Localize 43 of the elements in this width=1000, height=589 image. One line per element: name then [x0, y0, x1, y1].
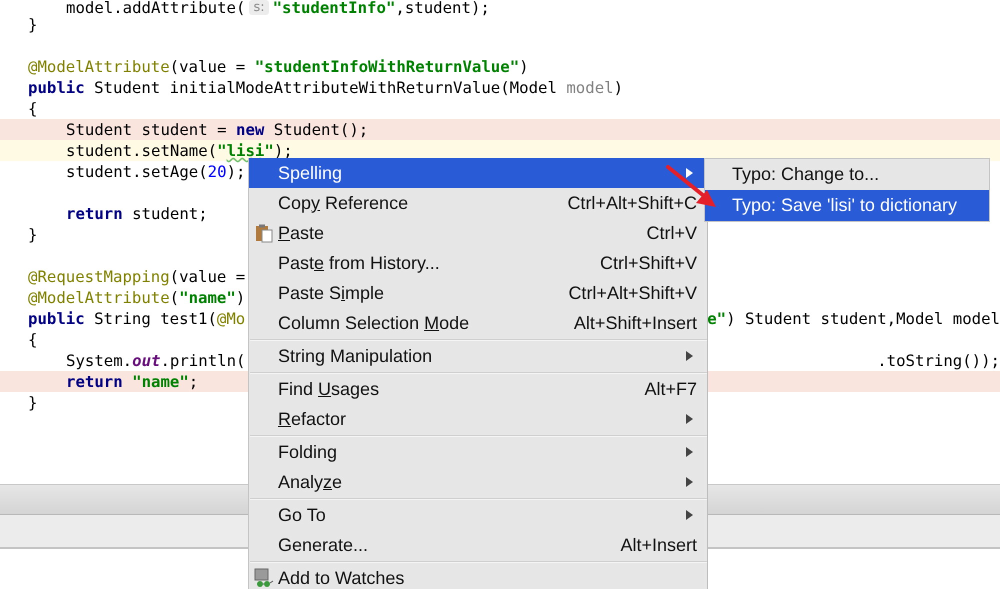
code-line: public String test1(@Mo — [28, 311, 246, 326]
submenu-arrow-icon — [685, 447, 693, 457]
menu-item[interactable]: Find Usages Alt+F7 — [249, 374, 707, 404]
menu-item[interactable]: Add to Watches — [249, 563, 707, 589]
code-line: { — [28, 101, 38, 116]
code-line: student.setAge(20); — [65, 164, 246, 179]
menu-item[interactable]: Copy Reference Ctrl+Alt+Shift+C — [249, 188, 707, 218]
menu-item[interactable]: Folding — [249, 437, 707, 467]
code-line: @ModelAttribute(value = "studentInfoWithReturnValue") — [28, 59, 529, 74]
menu-item[interactable]: Paste Simple Ctrl+Alt+Shift+V — [249, 278, 707, 308]
code-line: } — [28, 227, 38, 242]
code-line: return student; — [65, 206, 208, 221]
code-line: { — [28, 332, 38, 347]
code-line: student.setName("lisi"); — [65, 143, 293, 158]
code-line: @RequestMapping(value = — [28, 269, 246, 284]
menu-item[interactable]: Typo: Change to... — [705, 159, 989, 190]
menu-item[interactable]: Go To — [249, 500, 707, 530]
code-line: } — [28, 17, 38, 32]
menu-item[interactable]: Spelling — [249, 158, 707, 188]
submenu-arrow-icon — [685, 414, 693, 424]
code-line: public Student initialModeAttributeWithReturnValue(Model model) — [28, 80, 624, 95]
menu-item[interactable]: String Manipulation — [249, 341, 707, 371]
menu-item[interactable]: Paste from History... Ctrl+Shift+V — [249, 248, 707, 278]
menu-item[interactable]: Refactor — [249, 404, 707, 434]
code-line: model.addAttribute( s: "studentInfo",student); — [65, 0, 490, 14]
submenu-arrow-icon — [685, 477, 693, 487]
submenu-arrow-icon — [685, 510, 693, 520]
menu-item[interactable]: Generate... Alt+Insert — [249, 530, 707, 560]
code-line: } — [28, 395, 38, 410]
clipboard-icon — [254, 223, 274, 243]
menu-item[interactable]: Analyze — [249, 467, 707, 497]
code-line: e") Student student,Model model — [707, 311, 1000, 326]
submenu-arrow-icon — [685, 351, 693, 361]
menu-item[interactable]: Typo: Save 'lisi' to dictionary — [705, 190, 989, 221]
submenu-arrow-icon — [685, 168, 693, 178]
code-line: Student student = new Student(); — [65, 122, 368, 137]
code-line: System.out.println( — [65, 353, 246, 368]
menu-item[interactable]: Paste Ctrl+V — [249, 218, 707, 248]
code-line: @ModelAttribute("name") — [28, 290, 246, 305]
menu-item[interactable]: Column Selection Mode Alt+Shift+Insert — [249, 308, 707, 338]
code-line: .toString()); — [877, 353, 1000, 368]
code-line: return "name"; — [65, 374, 198, 389]
monitor-glasses-icon — [254, 568, 274, 588]
